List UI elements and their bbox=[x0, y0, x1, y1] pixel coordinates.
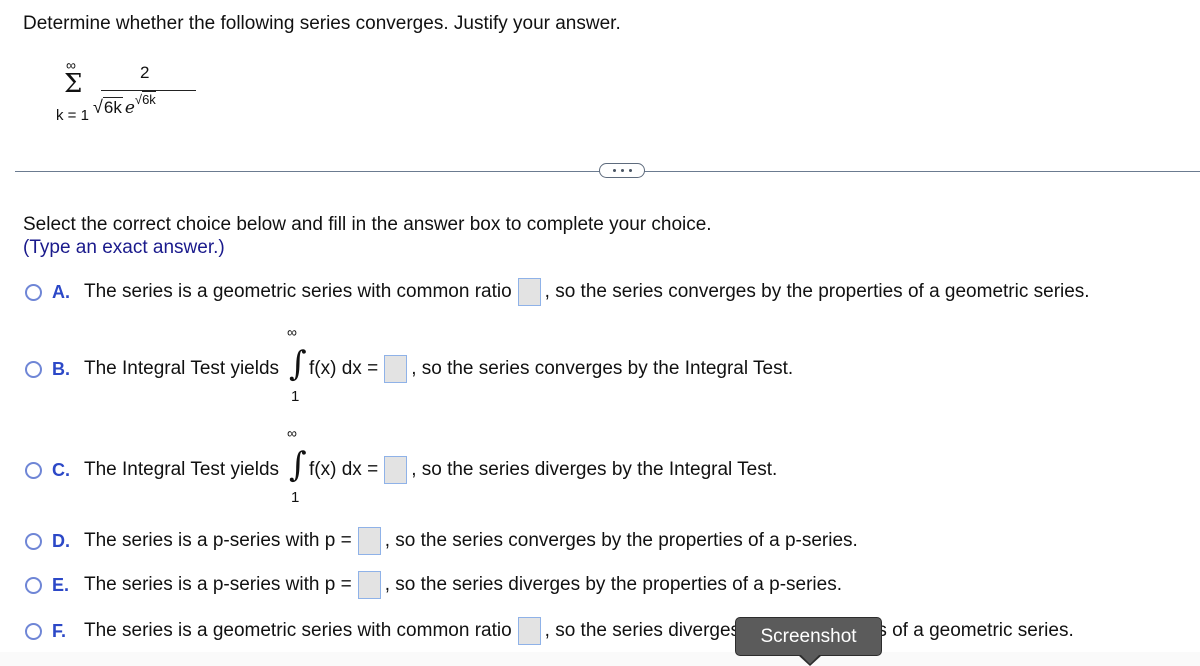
choice-text-after: , so the series converges by the propert… bbox=[544, 281, 1090, 302]
tooltip-arrow-fill bbox=[800, 654, 820, 664]
radio-button[interactable] bbox=[25, 622, 42, 640]
exponent: √6k bbox=[134, 91, 156, 107]
bottom-strip bbox=[0, 652, 1200, 666]
radio-button[interactable] bbox=[25, 283, 42, 301]
radio-button[interactable] bbox=[25, 576, 42, 594]
choice-e[interactable]: E. The series is a p-series with p = , s… bbox=[25, 571, 842, 599]
integrand: f(x) dx = bbox=[309, 358, 379, 379]
ellipsis-icon bbox=[612, 169, 616, 172]
choice-text-before: The Integral Test yields bbox=[84, 358, 280, 379]
exp-base: e bbox=[124, 98, 135, 118]
answer-box[interactable] bbox=[517, 617, 541, 645]
choice-c[interactable]: C. The Integral Test yields ∞ ∫ 1 f(x) d… bbox=[25, 425, 778, 506]
radio-button[interactable] bbox=[25, 532, 42, 550]
choice-d[interactable]: D. The series is a p-series with p = , s… bbox=[25, 527, 858, 555]
definite-integral: ∞ ∫ 1 bbox=[287, 324, 309, 405]
sqrt-term: √6k bbox=[93, 97, 123, 117]
series-formula: ∞ Σ k = 1 2 √6k e√6k bbox=[56, 57, 196, 137]
choice-text-after: , so the series diverges by the properti… bbox=[384, 574, 842, 595]
answer-box[interactable] bbox=[357, 527, 381, 555]
sigma-symbol: Σ bbox=[64, 69, 83, 99]
radio-button[interactable] bbox=[25, 360, 42, 378]
instruction-text: Select the correct choice below and fill… bbox=[23, 214, 712, 235]
integral-lower-limit: 1 bbox=[291, 489, 300, 506]
fraction-numerator: 2 bbox=[140, 63, 150, 82]
screenshot-tooltip: Screenshot bbox=[735, 617, 882, 656]
choice-letter: A. bbox=[52, 281, 70, 302]
radio-button[interactable] bbox=[25, 461, 42, 479]
choice-letter: D. bbox=[52, 530, 70, 551]
choice-letter: F. bbox=[52, 620, 67, 641]
sum-lower-limit: k = 1 bbox=[56, 107, 89, 124]
choice-text-before: The Integral Test yields bbox=[84, 459, 280, 480]
choice-text-before: The series is a p-series with p = bbox=[84, 574, 352, 595]
integrand: f(x) dx = bbox=[309, 459, 379, 480]
ellipsis-dot bbox=[628, 169, 632, 172]
integral-icon: ∫ bbox=[289, 445, 307, 485]
choice-text-before: The series is a geometric series with co… bbox=[84, 620, 512, 641]
choice-text-after: , so the series converges by the propert… bbox=[384, 530, 858, 551]
choice-text-before: The series is a geometric series with co… bbox=[84, 281, 512, 302]
integral-lower-limit: 1 bbox=[291, 388, 300, 405]
expand-more-button[interactable] bbox=[599, 163, 645, 178]
choice-text-after: , so the series converges by the Integra… bbox=[411, 358, 794, 379]
sqrt-icon: √ bbox=[134, 92, 143, 107]
hint-text: (Type an exact answer.) bbox=[23, 237, 225, 258]
answer-box[interactable] bbox=[384, 456, 408, 484]
fraction-denominator: √6k e√6k bbox=[93, 91, 156, 118]
question-prompt: Determine whether the following series c… bbox=[23, 13, 621, 34]
choice-letter: B. bbox=[52, 358, 70, 379]
choice-f[interactable]: F. The series is a geometric series with… bbox=[25, 617, 1074, 645]
integral-upper-limit: ∞ bbox=[287, 425, 298, 441]
choice-letter: C. bbox=[52, 459, 70, 480]
integral-upper-limit: ∞ bbox=[287, 324, 298, 340]
choice-a[interactable]: A. The series is a geometric series with… bbox=[25, 278, 1090, 306]
choice-b[interactable]: B. The Integral Test yields ∞ ∫ 1 f(x) d… bbox=[25, 324, 794, 405]
choice-text-after: , so the series diverges by the Integral… bbox=[411, 459, 778, 480]
definite-integral: ∞ ∫ 1 bbox=[287, 425, 309, 506]
choice-letter: E. bbox=[52, 574, 70, 595]
integral-icon: ∫ bbox=[289, 344, 307, 384]
sqrt-icon: √ bbox=[93, 97, 103, 117]
answer-box[interactable] bbox=[384, 355, 408, 383]
ellipsis-dot bbox=[620, 169, 624, 172]
answer-box[interactable] bbox=[357, 571, 381, 599]
answer-box[interactable] bbox=[517, 278, 541, 306]
choice-text-before: The series is a p-series with p = bbox=[84, 530, 352, 551]
